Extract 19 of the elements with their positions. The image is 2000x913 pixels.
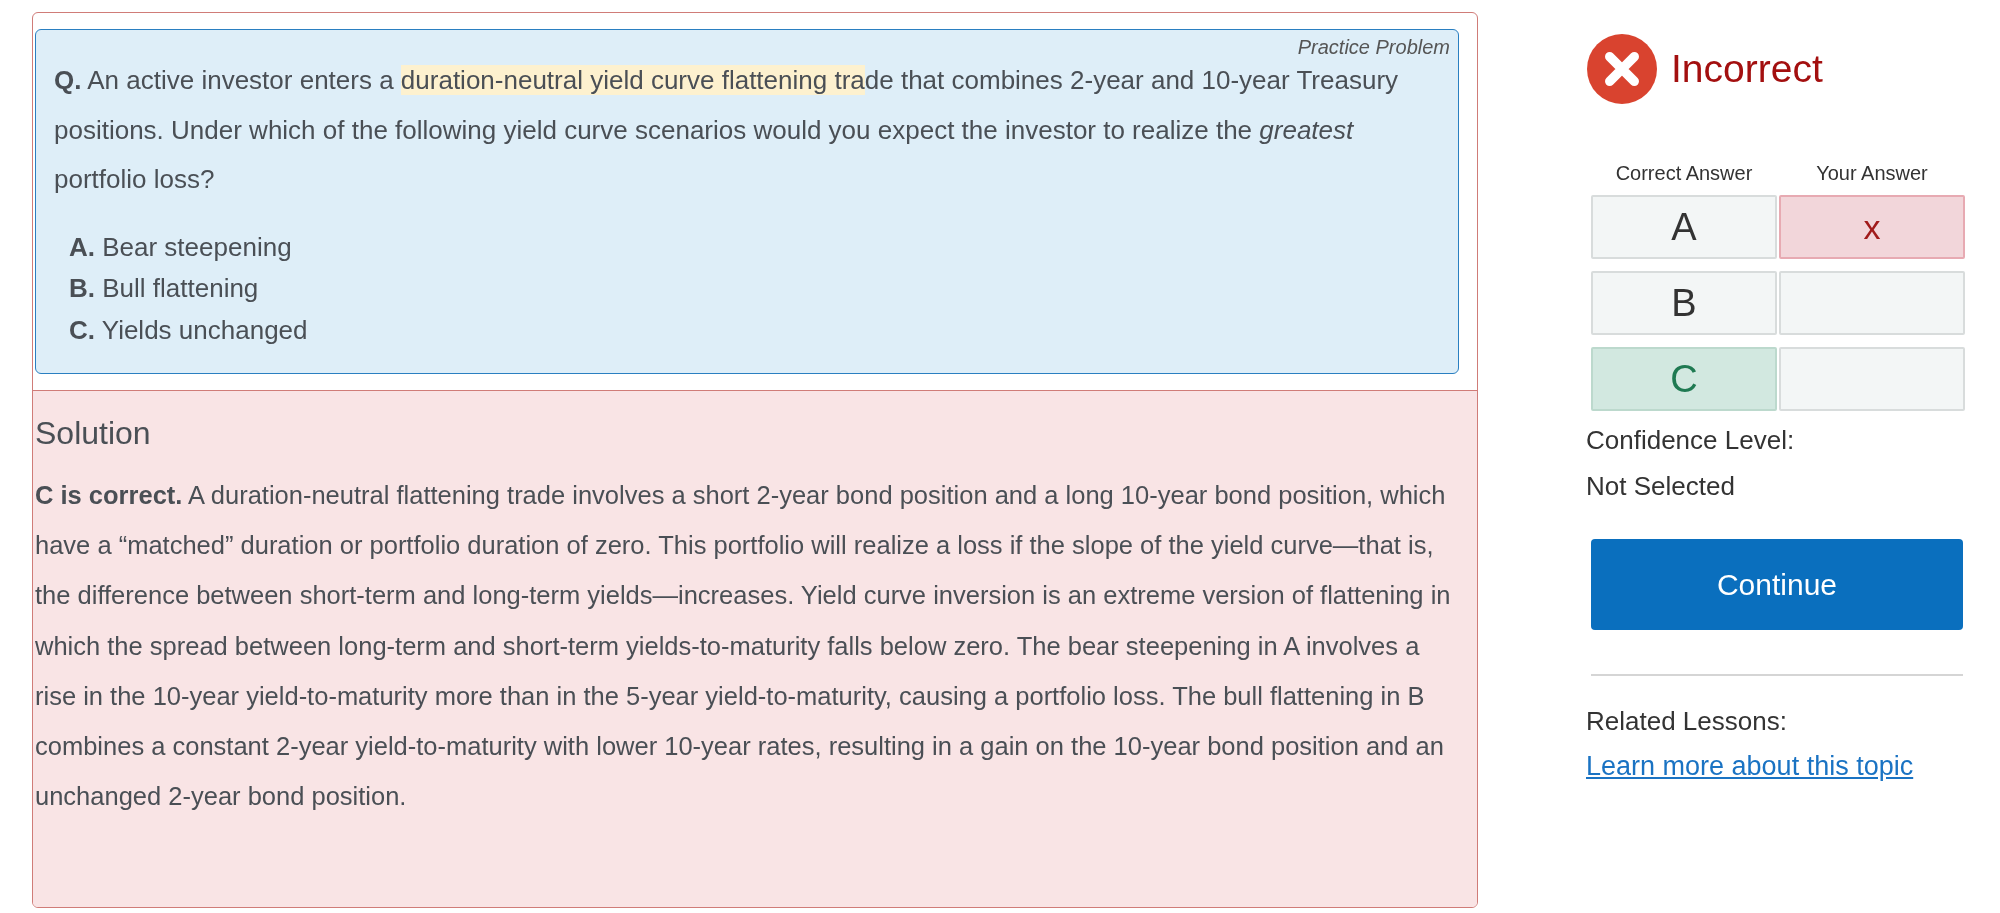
question-text: Q. An active investor enters a duration-neutral yield curve flattening trade that combines 2-year and 10-year Treasury positions. Under which of the following yield curve scenarios would you expect the investor to realize the greatest portfolio loss? [54, 64, 1400, 196]
confidence-label: Confidence Level: [1586, 424, 1796, 457]
correct-answer-cell: A [1591, 195, 1777, 259]
solution-title: Solution [35, 415, 152, 452]
correct-answer-cell: B [1591, 271, 1777, 335]
column-header: Correct Answer [1614, 162, 1754, 185]
correct-answer-cell: C [1591, 347, 1777, 411]
result-label: Incorrect [1671, 47, 1823, 91]
answer-option: C. Yields unchanged [69, 309, 1440, 351]
related-lessons-label: Related Lessons: [1586, 706, 1788, 737]
continue-button[interactable]: Continue [1591, 539, 1963, 630]
answer-option: B. Bull flattening [69, 268, 1440, 310]
answer-option: A. Bear steepening [69, 226, 1440, 268]
solution-text: C is correct. A duration-neutral flattening trade involves a short 2-year bond position and a long 10-year bond position, which have a “matched” duration or portfolio duration of zero. This portfolio will realize a loss if the slope of the yield curve—that is, the difference between short-term and long-term yields—increases. Yield curve inversion is an extreme version of flattening in which the spread between long-term and short-term yields-to-maturity falls below zero. The bear steepening in A involves a rise in the 10-year yield-to-maturity more than in the 5-year yield-to-maturity, causing a portfolio loss. The bull flattening in B combines a constant 2-year yield-to-maturity with lower 10-year rates, resulting in a gain on the 10-year bond position and an unchanged 2-year bond position. [35, 480, 1452, 813]
your-answer-cell: x [1779, 195, 1965, 259]
related-lesson-link[interactable]: Learn more about this topic [1586, 751, 1914, 782]
confidence-value: Not Selected [1586, 470, 1736, 503]
column-header: Your Answer [1815, 162, 1929, 185]
practice-problem-label: Practice Problem [1297, 36, 1450, 59]
